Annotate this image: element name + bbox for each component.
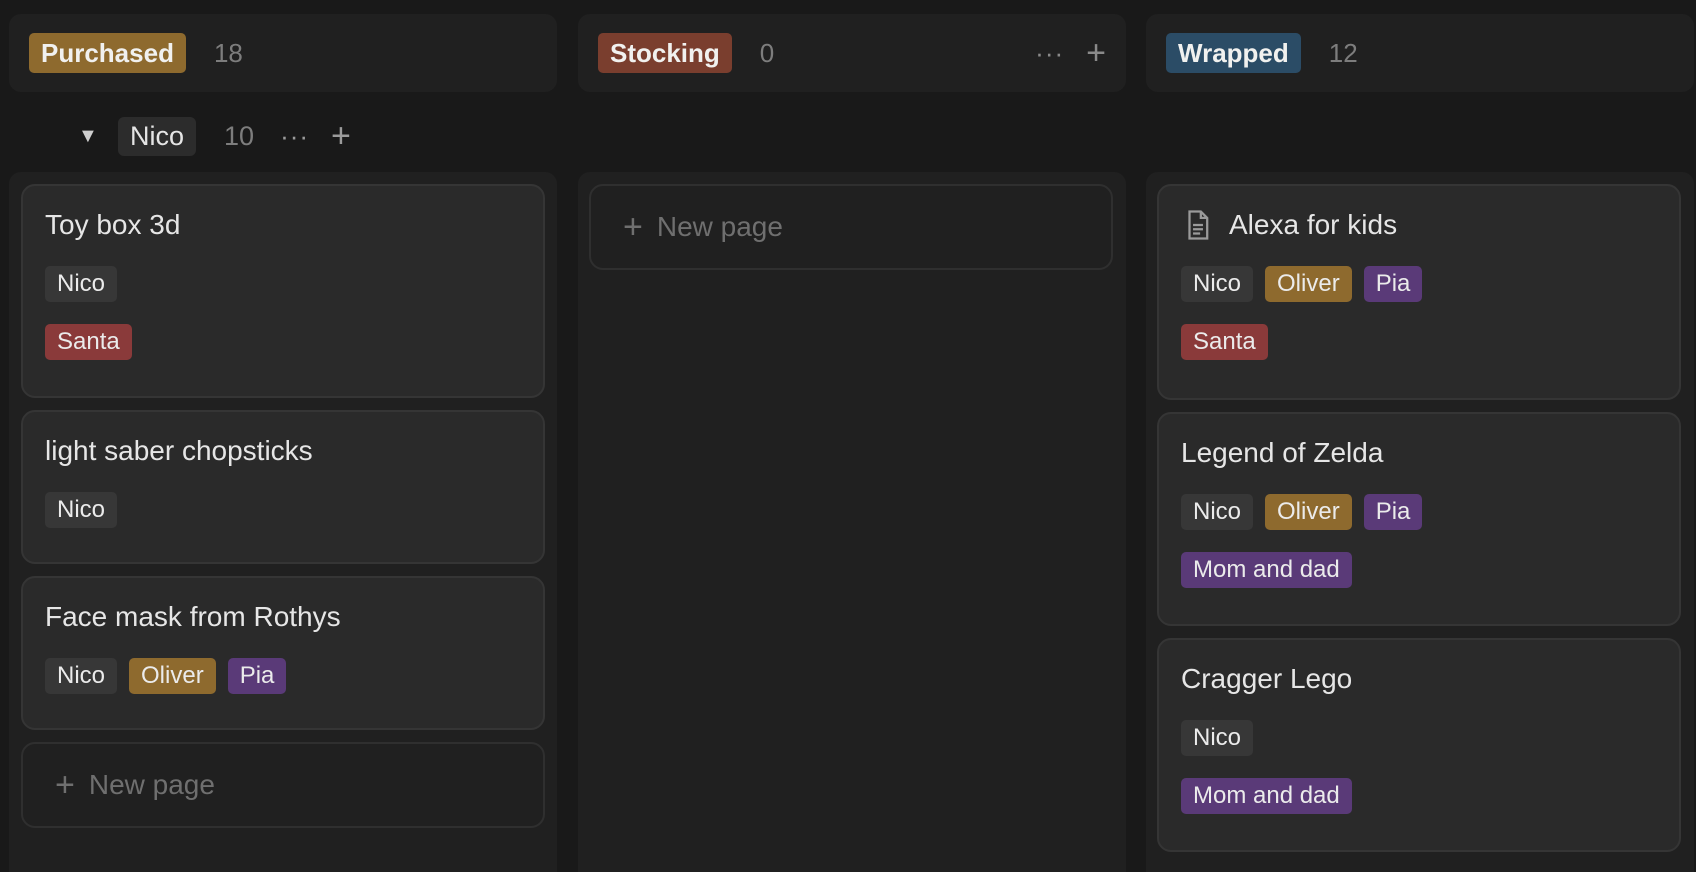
card-title-row: Alexa for kids <box>1181 208 1657 242</box>
card-title: Legend of Zelda <box>1181 437 1384 468</box>
tag: Nico <box>45 658 118 694</box>
tag: Oliver <box>1265 494 1352 530</box>
new-page-button[interactable]: + New page <box>589 184 1113 270</box>
tag: Nico <box>1181 266 1254 302</box>
tag: Santa <box>1181 324 1268 360</box>
document-icon <box>1188 210 1209 240</box>
plus-icon: + <box>55 766 75 804</box>
tag: Pia <box>227 658 287 694</box>
column-body-stocking <box>578 172 1126 872</box>
tag: Pia <box>1363 266 1423 302</box>
from-tags: Mom and dad <box>1181 552 1657 588</box>
new-page-button[interactable]: + New page <box>21 742 545 828</box>
card[interactable]: Toy box 3d Nico Santa <box>21 184 545 398</box>
more-options-icon[interactable]: ··· <box>1035 40 1064 66</box>
tag: Oliver <box>129 658 216 694</box>
card-title: light saber chopsticks <box>45 435 313 466</box>
column-actions: ··· + <box>1035 14 1106 92</box>
plus-icon: + <box>623 208 643 246</box>
column-count-purchased: 18 <box>213 37 243 68</box>
tag: Pia <box>1363 494 1423 530</box>
status-label-stocking[interactable]: Stocking <box>598 33 732 73</box>
new-page-label: New page <box>88 769 215 800</box>
card-title: Cragger Lego <box>1181 663 1353 694</box>
group-count: 10 <box>224 120 255 151</box>
card[interactable]: Face mask from Rothys Nico Oliver Pia <box>21 576 545 730</box>
people-tags: Nico <box>45 492 521 528</box>
tag: Mom and dad <box>1181 778 1352 814</box>
new-page-label: New page <box>656 211 783 242</box>
tag: Mom and dad <box>1181 552 1352 588</box>
tag: Nico <box>1181 720 1254 756</box>
tag: Nico <box>1181 494 1254 530</box>
card-title: Alexa for kids <box>1229 209 1398 240</box>
from-tags: Santa <box>45 324 521 360</box>
from-tags: Santa <box>1181 324 1657 360</box>
from-tags: Mom and dad <box>1181 778 1657 814</box>
column-count-wrapped: 12 <box>1328 37 1358 68</box>
status-label-purchased[interactable]: Purchased <box>29 33 186 73</box>
tag: Santa <box>45 324 132 360</box>
group-add-icon[interactable]: + <box>331 119 351 153</box>
column-count-stocking: 0 <box>759 37 775 68</box>
column-header-stocking[interactable]: Stocking 0 ··· + <box>578 14 1126 92</box>
group-row-nico: ▼ Nico 10 ··· + <box>78 116 351 156</box>
card[interactable]: light saber chopsticks Nico <box>21 410 545 564</box>
tag: Nico <box>45 492 118 528</box>
card[interactable]: Alexa for kids Nico Oliver Pia Santa <box>1157 184 1681 400</box>
add-icon[interactable]: + <box>1086 36 1106 70</box>
people-tags: Nico <box>1181 720 1657 756</box>
column-header-wrapped[interactable]: Wrapped 12 <box>1146 14 1694 92</box>
tag: Nico <box>45 266 118 302</box>
people-tags: Nico Oliver Pia <box>45 658 521 694</box>
status-label-wrapped[interactable]: Wrapped <box>1166 33 1301 73</box>
group-name[interactable]: Nico <box>118 116 197 156</box>
people-tags: Nico <box>45 266 521 302</box>
card[interactable]: Legend of Zelda Nico Oliver Pia Mom and … <box>1157 412 1681 626</box>
column-header-purchased[interactable]: Purchased 18 <box>9 14 557 92</box>
collapse-caret-icon[interactable]: ▼ <box>78 125 118 148</box>
card[interactable]: Cragger Lego Nico Mom and dad <box>1157 638 1681 852</box>
card-title: Face mask from Rothys <box>45 601 341 632</box>
tag: Oliver <box>1265 266 1352 302</box>
people-tags: Nico Oliver Pia <box>1181 494 1657 530</box>
group-more-options-icon[interactable]: ··· <box>280 121 309 152</box>
card-title: Toy box 3d <box>45 209 181 240</box>
people-tags: Nico Oliver Pia <box>1181 266 1657 302</box>
